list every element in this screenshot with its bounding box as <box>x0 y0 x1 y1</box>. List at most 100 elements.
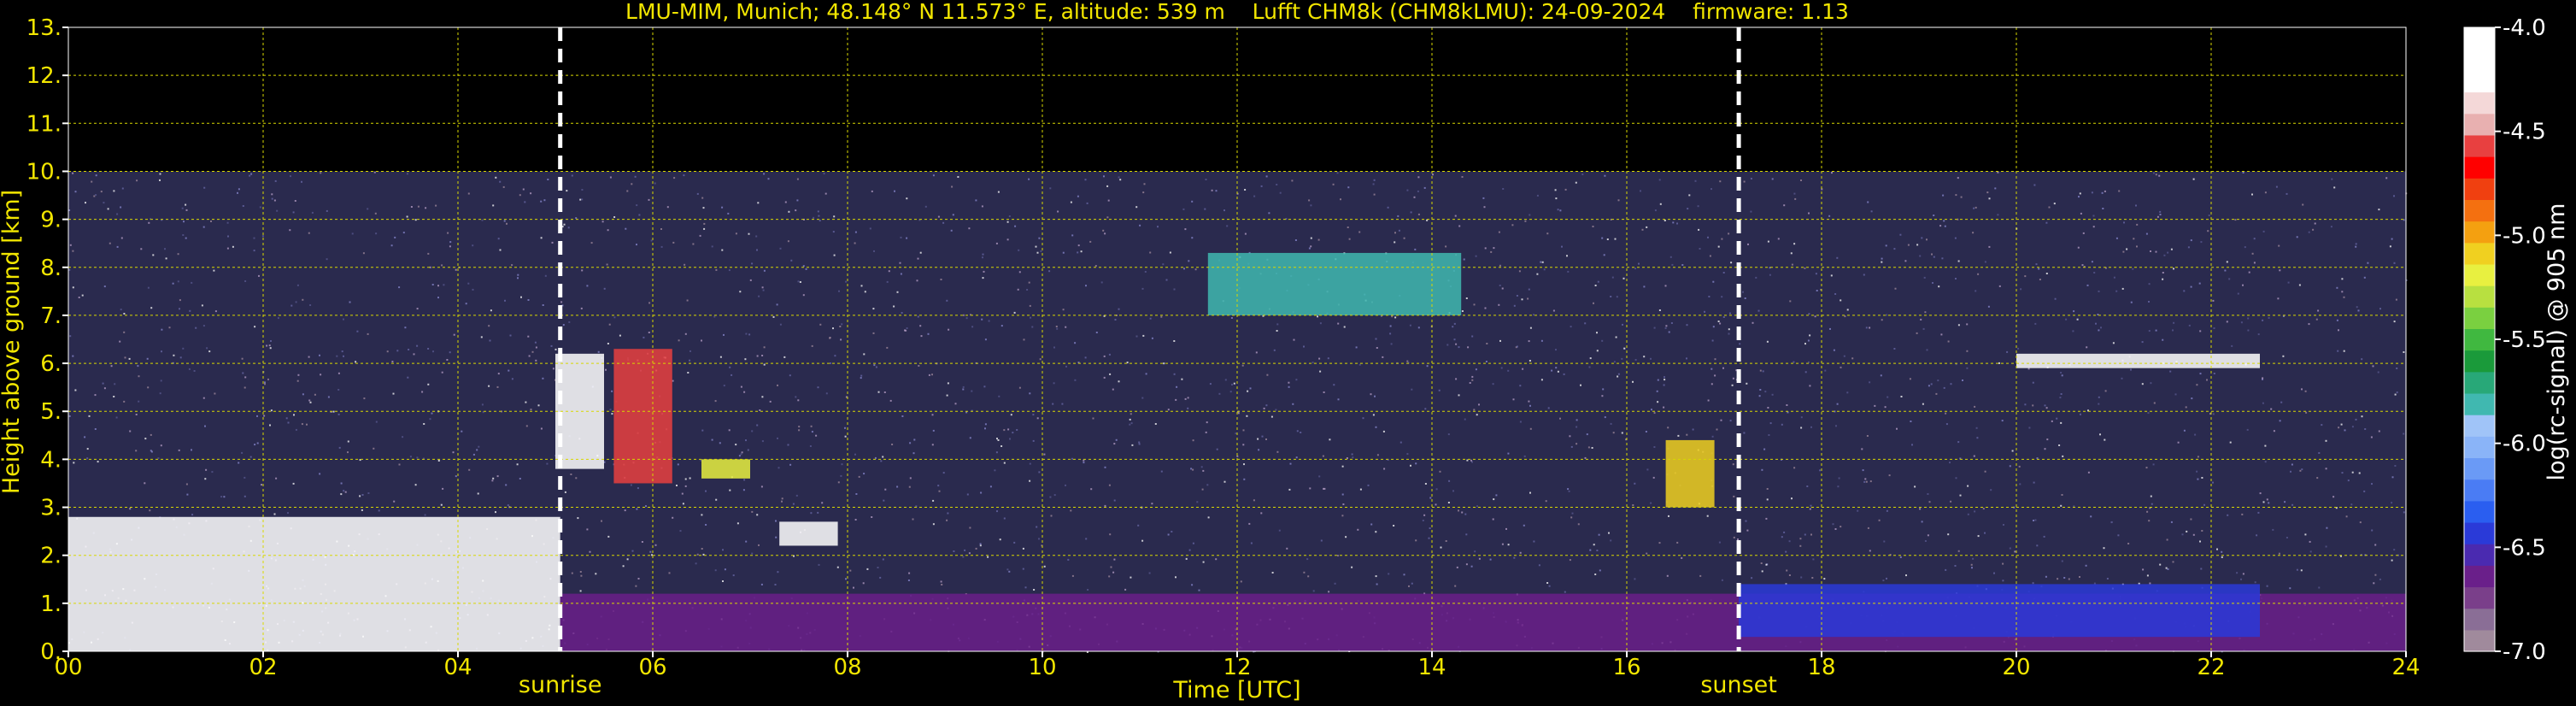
noise-pixel <box>1165 279 1168 281</box>
noise-pixel <box>2092 215 2095 217</box>
noise-pixel <box>189 309 191 312</box>
noise-pixel <box>636 508 638 510</box>
noise-pixel <box>1865 480 1868 483</box>
noise-pixel <box>1006 568 1009 571</box>
noise-pixel <box>1672 221 1675 224</box>
noise-pixel <box>1670 322 1673 324</box>
noise-pixel <box>877 391 880 393</box>
noise-pixel <box>1183 268 1185 270</box>
noise-pixel <box>1596 550 1599 551</box>
noise-pixel <box>2085 564 2087 567</box>
noise-pixel <box>227 235 229 238</box>
noise-pixel <box>1358 231 1361 233</box>
noise-pixel <box>183 221 185 223</box>
noise-pixel <box>2098 396 2100 398</box>
noise-pixel <box>1939 225 1942 227</box>
noise-pixel <box>294 200 296 202</box>
noise-pixel <box>1967 485 1969 487</box>
noise-pixel <box>511 378 513 380</box>
noise-pixel <box>2371 483 2373 485</box>
noise-pixel <box>969 437 971 439</box>
noise-pixel <box>1070 201 1072 203</box>
noise-pixel <box>1279 191 1282 194</box>
noise-pixel <box>435 204 437 207</box>
noise-pixel <box>1729 420 1732 422</box>
noise-pixel <box>1923 276 1926 279</box>
noise-pixel <box>472 453 475 456</box>
noise-pixel <box>2391 476 2394 479</box>
noise-pixel <box>975 547 977 550</box>
noise-pixel <box>1935 392 1938 395</box>
noise-pixel <box>1489 558 1492 561</box>
colorbar-tick-label: -7.0 <box>2503 639 2546 665</box>
noise-pixel <box>2278 244 2280 247</box>
noise-pixel <box>2122 250 2125 253</box>
noise-pixel <box>979 543 982 545</box>
noise-pixel <box>449 241 452 244</box>
noise-pixel <box>1482 197 1485 199</box>
noise-pixel <box>1788 574 1791 576</box>
noise-pixel <box>1118 380 1120 383</box>
noise-pixel <box>109 242 111 244</box>
noise-pixel <box>893 305 895 308</box>
noise-pixel <box>1329 438 1331 441</box>
noise-pixel <box>2014 550 2016 553</box>
noise-pixel <box>2080 212 2082 215</box>
noise-pixel <box>1610 296 1612 297</box>
noise-pixel <box>537 404 540 407</box>
noise-pixel <box>2043 535 2045 538</box>
noise-pixel <box>146 357 149 360</box>
noise-pixel <box>1265 175 1268 178</box>
noise-pixel <box>1658 179 1661 181</box>
noise-pixel <box>69 244 72 246</box>
noise-pixel <box>1807 361 1810 363</box>
noise-pixel <box>722 549 724 551</box>
noise-pixel <box>214 310 217 313</box>
noise-pixel <box>1376 347 1378 349</box>
x-tick-label: 04 <box>443 655 472 680</box>
noise-pixel <box>241 451 244 454</box>
noise-pixel <box>157 457 160 460</box>
noise-pixel <box>2301 388 2303 391</box>
noise-pixel <box>1634 482 1636 485</box>
noise-pixel <box>2146 510 2149 513</box>
noise-pixel <box>2347 479 2350 482</box>
noise-pixel <box>1113 558 1116 561</box>
noise-pixel <box>1000 445 1003 447</box>
noise-pixel <box>1346 457 1348 459</box>
noise-pixel <box>763 173 766 175</box>
noise-pixel <box>271 197 273 200</box>
noise-pixel <box>758 295 760 297</box>
noise-pixel <box>747 449 749 451</box>
noise-pixel <box>410 206 413 208</box>
noise-pixel <box>1138 441 1141 444</box>
noise-pixel <box>997 439 1000 441</box>
noise-pixel <box>1743 180 1746 183</box>
noise-pixel <box>681 492 684 495</box>
noise-pixel <box>1837 485 1840 488</box>
noise-pixel <box>1561 245 1563 248</box>
noise-pixel <box>1732 463 1734 466</box>
noise-pixel <box>855 493 858 495</box>
noise-pixel <box>2159 214 2162 215</box>
noise-pixel <box>1722 367 1724 369</box>
noise-pixel <box>1429 527 1431 529</box>
noise-pixel <box>1653 446 1656 448</box>
noise-pixel <box>566 190 568 192</box>
noise-pixel <box>1181 378 1183 380</box>
noise-pixel <box>1612 432 1615 434</box>
noise-pixel <box>308 399 311 402</box>
noise-pixel <box>159 179 161 181</box>
noise-pixel <box>589 550 591 553</box>
noise-pixel <box>502 185 505 188</box>
noise-pixel <box>917 257 919 260</box>
noise-pixel <box>274 179 277 182</box>
noise-pixel <box>1312 590 1315 592</box>
noise-pixel <box>2150 250 2151 252</box>
noise-pixel <box>2247 329 2250 332</box>
noise-pixel <box>676 485 678 486</box>
noise-pixel <box>919 251 922 254</box>
noise-pixel <box>1711 339 1714 342</box>
noise-pixel <box>1512 398 1515 401</box>
noise-pixel <box>1198 589 1200 591</box>
